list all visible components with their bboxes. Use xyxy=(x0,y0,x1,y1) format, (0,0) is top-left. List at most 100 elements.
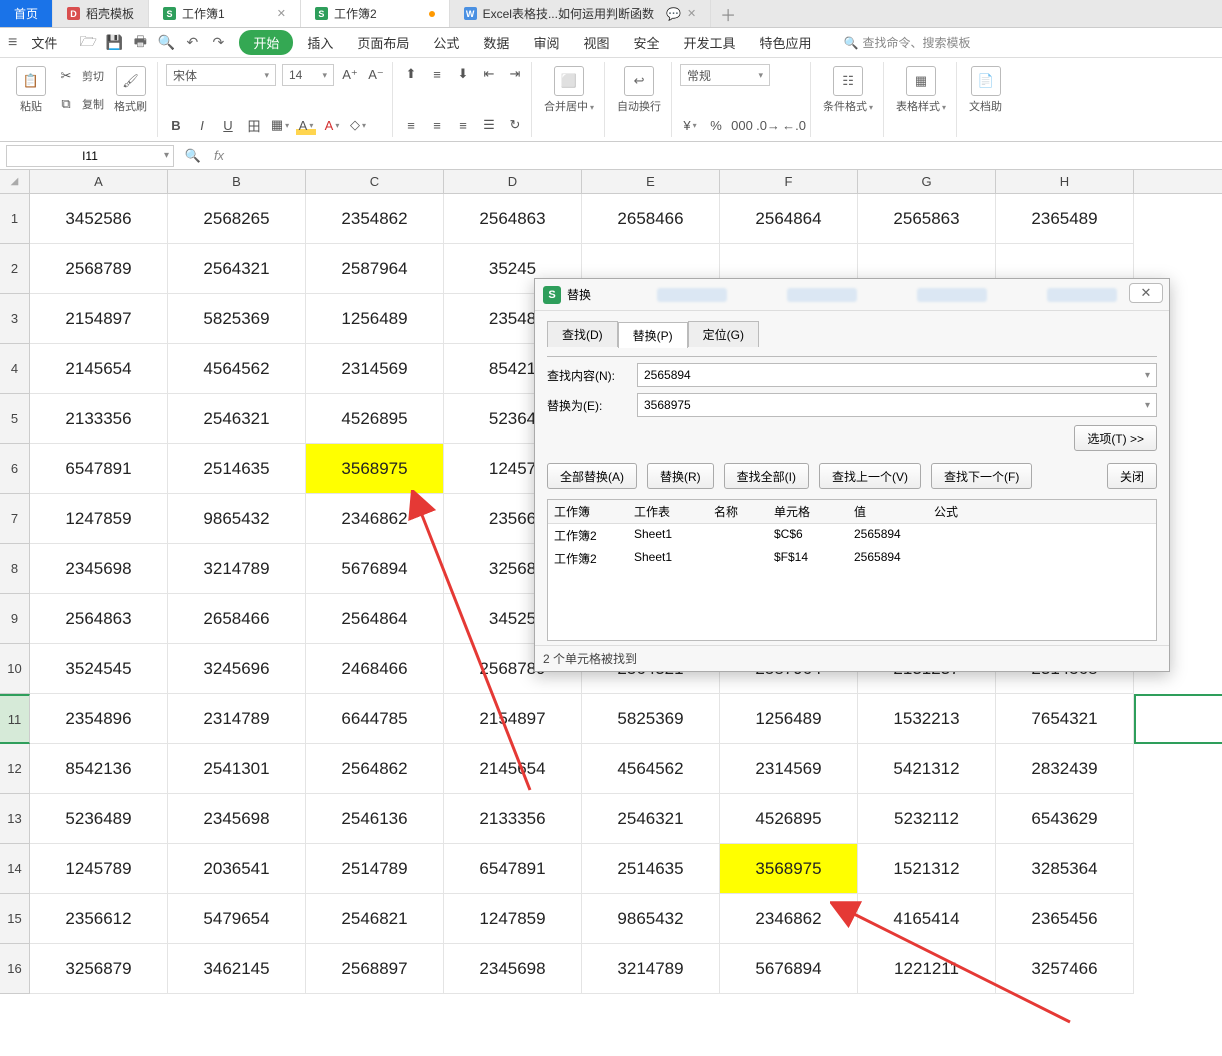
cell[interactable]: 5825369 xyxy=(582,694,720,744)
find-input[interactable]: 2565894▾ xyxy=(637,363,1157,387)
menu-start[interactable]: 开始 xyxy=(239,30,293,55)
replace-input[interactable]: 3568975▾ xyxy=(637,393,1157,417)
cell[interactable]: 2832439 xyxy=(996,744,1134,794)
replace-all-button[interactable]: 全部替换(A) xyxy=(547,463,637,489)
cell[interactable]: 2546321 xyxy=(168,394,306,444)
cell[interactable]: 2568897 xyxy=(306,944,444,994)
undo-icon[interactable]: ↶ xyxy=(183,34,201,52)
menu-icon[interactable]: ≡ xyxy=(8,34,17,52)
cell[interactable]: 2658466 xyxy=(168,594,306,644)
new-tab-button[interactable]: ＋ xyxy=(711,0,745,27)
row-header[interactable]: 14 xyxy=(0,844,30,894)
paste-button[interactable]: 📋粘贴 xyxy=(12,64,50,116)
justify-icon[interactable]: ☰ xyxy=(479,115,499,135)
cell[interactable]: 6543629 xyxy=(996,794,1134,844)
cell[interactable]: 2514635 xyxy=(582,844,720,894)
font-size-select[interactable]: 14▾ xyxy=(282,64,334,86)
cell[interactable]: 2541301 xyxy=(168,744,306,794)
dialog-close-button[interactable]: ✕ xyxy=(1129,283,1163,303)
cell[interactable]: 6547891 xyxy=(444,844,582,894)
cell[interactable]: 2564864 xyxy=(306,594,444,644)
cell[interactable]: 2365456 xyxy=(996,894,1134,944)
options-button[interactable]: 选项(T) >> xyxy=(1074,425,1157,451)
row-header[interactable]: 3 xyxy=(0,294,30,344)
currency-icon[interactable]: ¥ xyxy=(680,115,700,135)
menu-develop[interactable]: 开发工具 xyxy=(673,30,745,55)
find-prev-button[interactable]: 查找上一个(V) xyxy=(819,463,921,489)
open-icon[interactable]: 🗁 xyxy=(79,34,97,52)
cond-format-button[interactable]: ☷条件格式 xyxy=(819,64,877,116)
row-header[interactable]: 2 xyxy=(0,244,30,294)
cell[interactable]: 2546321 xyxy=(582,794,720,844)
cell[interactable]: 3462145 xyxy=(168,944,306,994)
cell[interactable]: 2546821 xyxy=(306,894,444,944)
cell[interactable]: 3257466 xyxy=(996,944,1134,994)
name-box[interactable]: I11▾ xyxy=(6,145,174,167)
cell[interactable]: 2345698 xyxy=(444,944,582,994)
file-menu[interactable]: 文件 xyxy=(21,30,67,55)
redo-icon[interactable]: ↷ xyxy=(209,34,227,52)
cell[interactable]: 3214789 xyxy=(168,544,306,594)
col-header[interactable]: A xyxy=(30,170,168,193)
cell[interactable]: 2145654 xyxy=(30,344,168,394)
copy-button[interactable]: ⧉复制 xyxy=(56,94,104,114)
menu-insert[interactable]: 插入 xyxy=(297,30,343,55)
cell[interactable]: 2154897 xyxy=(30,294,168,344)
indent-dec-icon[interactable]: ⇤ xyxy=(479,64,499,84)
cell[interactable]: 2154897 xyxy=(444,694,582,744)
align-left-icon[interactable]: ≡ xyxy=(401,115,421,135)
result-row[interactable]: 工作簿2Sheet1$F$142565894 xyxy=(548,547,1156,570)
cell[interactable]: 2354862 xyxy=(306,194,444,244)
cell[interactable]: 2133356 xyxy=(30,394,168,444)
cell[interactable]: 2145654 xyxy=(444,744,582,794)
percent-icon[interactable]: % xyxy=(706,115,726,135)
border-dd-icon[interactable]: ▦ xyxy=(270,115,290,135)
tab-workbook2[interactable]: S工作簿2 xyxy=(301,0,450,27)
cell[interactable]: 2564321 xyxy=(168,244,306,294)
row-header[interactable]: 15 xyxy=(0,894,30,944)
close-icon[interactable]: ✕ xyxy=(687,7,696,20)
find-all-button[interactable]: 查找全部(I) xyxy=(724,463,809,489)
replace-button[interactable]: 替换(R) xyxy=(647,463,714,489)
font-select[interactable]: 宋体▾ xyxy=(166,64,276,86)
number-format-select[interactable]: 常规▾ xyxy=(680,64,770,86)
find-next-button[interactable]: 查找下一个(F) xyxy=(931,463,1032,489)
cell[interactable]: 3452586 xyxy=(30,194,168,244)
dialog-titlebar[interactable]: S 替换 ✕ xyxy=(535,279,1169,311)
cell[interactable]: 5479654 xyxy=(168,894,306,944)
cell[interactable]: 2345698 xyxy=(168,794,306,844)
cell[interactable]: 2546136 xyxy=(306,794,444,844)
inc-dec-icon[interactable]: .0→ xyxy=(758,115,778,135)
menu-view[interactable]: 视图 xyxy=(573,30,619,55)
orientation-icon[interactable]: ↻ xyxy=(505,115,525,135)
cell[interactable]: 5825369 xyxy=(168,294,306,344)
border-icon[interactable]: 田 xyxy=(244,115,264,135)
cell[interactable]: 2314569 xyxy=(306,344,444,394)
cell[interactable]: 2587964 xyxy=(306,244,444,294)
align-center-icon[interactable]: ≡ xyxy=(427,115,447,135)
menu-review[interactable]: 审阅 xyxy=(523,30,569,55)
row-header[interactable]: 16 xyxy=(0,944,30,994)
cell[interactable]: 3245696 xyxy=(168,644,306,694)
align-bot-icon[interactable]: ⬇ xyxy=(453,64,473,84)
col-header[interactable]: H xyxy=(996,170,1134,193)
menu-layout[interactable]: 页面布局 xyxy=(347,30,419,55)
col-header[interactable]: E xyxy=(582,170,720,193)
cell[interactable]: 4526895 xyxy=(720,794,858,844)
cell[interactable]: 1532213 xyxy=(858,694,996,744)
cell[interactable]: 5676894 xyxy=(720,944,858,994)
cell[interactable]: 1247859 xyxy=(444,894,582,944)
menu-feature[interactable]: 特色应用 xyxy=(750,30,822,55)
formula-input[interactable] xyxy=(232,145,1222,167)
cell[interactable]: 3568975 xyxy=(720,844,858,894)
tab-workbook1[interactable]: S工作簿1✕ xyxy=(149,0,301,27)
underline-icon[interactable]: U xyxy=(218,115,238,135)
clear-icon[interactable]: ◇ xyxy=(348,115,368,135)
col-header[interactable]: D xyxy=(444,170,582,193)
print-icon[interactable]: 🖶 xyxy=(131,34,149,52)
format-painter-button[interactable]: 🖌格式刷 xyxy=(110,64,151,116)
shrink-font-icon[interactable]: A⁻ xyxy=(366,65,386,85)
cell[interactable]: 4526895 xyxy=(306,394,444,444)
cell[interactable]: 6644785 xyxy=(306,694,444,744)
cell[interactable]: 2564862 xyxy=(306,744,444,794)
